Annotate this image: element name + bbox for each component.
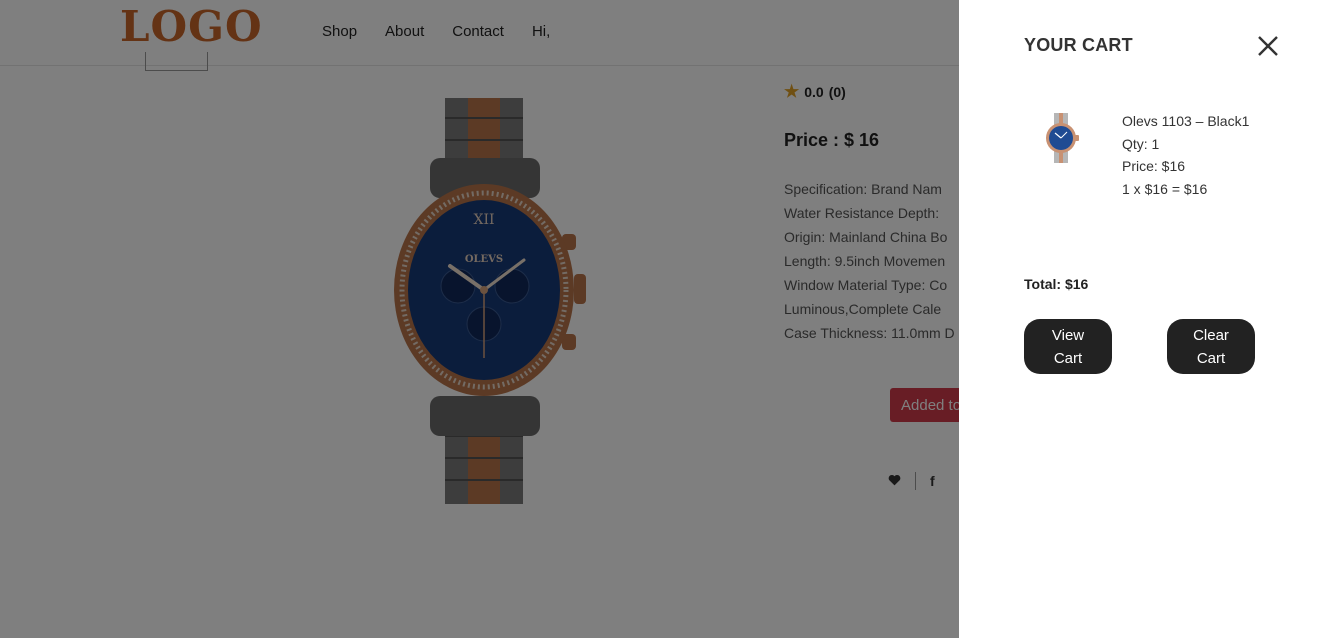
cart-title: YOUR CART [1024,35,1133,55]
view-cart-button[interactable]: View Cart [1024,319,1112,374]
cart-total: Total: $16 [1024,276,1089,292]
clear-cart-label-line2: Cart [1196,350,1226,367]
cart-item-details: Olevs 1103 – Black1 Qty: 1 Price: $16 1 … [1122,110,1249,200]
view-cart-label-line1: View [1051,327,1085,344]
cart-item-price: Price: $16 [1122,158,1186,174]
cart-drawer: YOUR CART Olevs 1103 – Black1 Qty: 1 Pri… [959,0,1344,638]
close-icon[interactable] [1256,34,1280,58]
view-cart-label-line2: Cart [1053,350,1083,367]
clear-cart-label-line1: Clear [1193,327,1229,344]
cart-item-name[interactable]: Olevs 1103 – Black1 [1122,110,1249,133]
clear-cart-button[interactable]: Clear Cart [1167,319,1255,374]
cart-item-qty: Qty: 1 [1122,135,1160,152]
cart-item-thumbnail [1046,113,1079,163]
cart-item-line-total: 1 x $16 = $16 [1122,180,1208,197]
